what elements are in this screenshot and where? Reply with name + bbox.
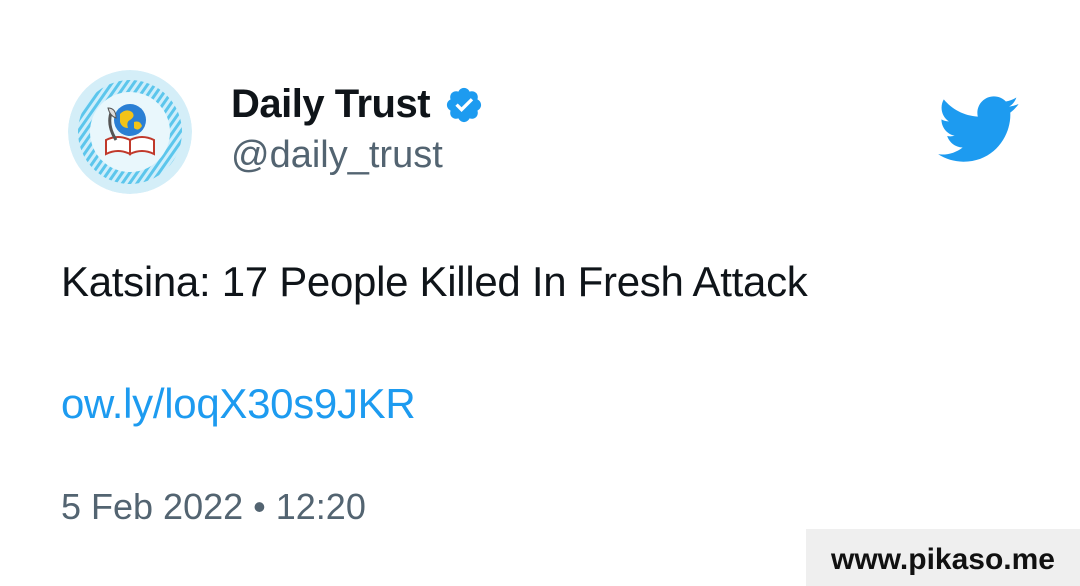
watermark-text: www.pikaso.me [831, 542, 1055, 576]
author-handle[interactable]: @daily_trust [231, 134, 443, 177]
daily-trust-logo-icon [68, 70, 192, 194]
avatar[interactable] [68, 70, 192, 194]
verified-badge-icon [444, 85, 484, 125]
twitter-bird-icon[interactable] [938, 96, 1020, 164]
author-name-row: Daily Trust [231, 80, 484, 128]
author-display-name[interactable]: Daily Trust [231, 82, 431, 127]
tweet-text: Katsina: 17 People Killed In Fresh Attac… [61, 258, 808, 305]
tweet-link[interactable]: ow.ly/loqX30s9JKR [61, 380, 416, 428]
watermark: www.pikaso.me [806, 529, 1080, 586]
tweet-timestamp[interactable]: 5 Feb 2022 • 12:20 [61, 486, 366, 528]
